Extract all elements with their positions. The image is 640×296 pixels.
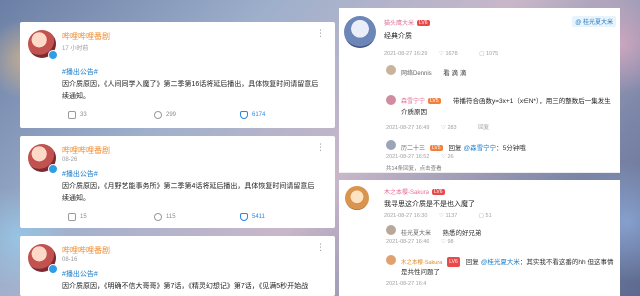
avatar[interactable] [386, 225, 396, 235]
level-badge: LV5 [430, 145, 443, 151]
avatar[interactable] [28, 244, 58, 274]
comment-date: 2021-08-27 16:30 [384, 213, 428, 219]
post-author[interactable]: 哔哩哔哩番剧 [62, 145, 110, 156]
reply-button[interactable]: ▢ 51 [479, 213, 502, 219]
sub-comment-author[interactable]: 桂光夏大米 [401, 231, 431, 237]
sub-comment: 桂光夏大米 熟悉的好兄弟 [401, 227, 492, 237]
comment-meta: 2021-08-27 16:52 ♡ 26 [386, 154, 474, 160]
avatar[interactable] [28, 144, 58, 174]
sub-comment: 木之本樱-Sakura LV6 回复 @桂光夏大米：其实我不看这番的hh 但这事情是共… [401, 257, 614, 276]
avatar[interactable] [386, 95, 396, 105]
mention-link[interactable]: @桂光夏大米 [481, 259, 520, 266]
post-time[interactable]: 08-16 [62, 257, 77, 263]
comment-panel: 木之本樱-Sakura LV6 我寻思这介质是不是也入魔了 2021-08-27 … [339, 180, 620, 296]
weibo-post: 哔哩哔哩番剧 17 小时前 ⋮ #播出公告# 因介质原因，《人间同学入魔了》第二… [20, 22, 335, 128]
comment-button[interactable]: 115 [154, 213, 176, 221]
comment-icon [154, 111, 162, 119]
sub-comment-text: 看 滴 滴 [443, 70, 467, 77]
post-actions: 15 115 5411 [62, 213, 321, 225]
post-tag[interactable]: #播出公告# [62, 169, 98, 179]
comment-button[interactable]: 299 [154, 111, 176, 119]
sub-comment-author[interactable]: 木之本樱-Sakura [401, 260, 442, 266]
top-mention-badge[interactable]: @ 桂光夏大米 [572, 16, 616, 27]
comment-date: 2021-08-27 16:29 [384, 51, 428, 57]
comment-count: 115 [166, 214, 176, 220]
reply-button[interactable]: ▢ 1075 [479, 51, 508, 57]
repost-icon [68, 111, 76, 119]
level-badge: LV6 [447, 257, 460, 267]
like-button[interactable]: ♡ 283 [441, 125, 467, 131]
more-icon[interactable]: ⋮ [316, 29, 325, 38]
post-text: 因介质原因，《月野艺能事务所》第二季第4话将延后播出，具体恢复时间请留意后续通知… [62, 183, 315, 202]
avatar[interactable] [386, 65, 396, 75]
like-count: 5411 [252, 214, 265, 220]
verified-badge-icon [48, 50, 58, 60]
post-text: 因介质原因，《明确不信大哥哥》第7话，《精灵幻想记》第7话，《见满5秒开始战 [62, 283, 309, 290]
comment-icon [154, 213, 162, 221]
divider [339, 172, 620, 173]
comment-meta: 2021-08-27 16:30 ♡ 1137 ▢ 51 [384, 213, 512, 219]
comment-date: 2021-08-27 16:49 [386, 125, 430, 131]
repost-button[interactable]: 33 [68, 111, 87, 119]
level-badge: LV6 [417, 20, 430, 26]
sub-comment-author[interactable]: 历二十三 [401, 146, 425, 152]
weibo-post: 哔哩哔哩番剧 08-16 ⋮ #播出公告# 因介质原因，《明确不信大哥哥》第7话… [20, 236, 335, 296]
comment-count: 299 [166, 112, 177, 118]
comment-text: 带播符合函数y=3x+1（x∈N*），用三的整数后一集发生介质原因 [401, 98, 611, 116]
repost-count: 33 [80, 112, 87, 118]
like-button[interactable]: ♡ 1678 [439, 51, 468, 57]
comment-text: 我寻思这介质是不是也入魔了 [384, 201, 475, 208]
comment-author[interactable]: 木之本樱-Sakura LV6 [384, 187, 445, 196]
mention-link[interactable]: @森雪宁宁 [464, 145, 497, 152]
post-tag[interactable]: #播出公告# [62, 269, 98, 279]
post-time[interactable]: 08-26 [62, 157, 77, 163]
post-author[interactable]: 哔哩哔哩番剧 [62, 245, 110, 256]
comment-meta: 2021-08-27 16:46 ♡ 98 [386, 239, 474, 245]
comment-meta: 2021-08-27 16:4 [386, 281, 436, 287]
repost-button[interactable]: 15 [68, 213, 87, 221]
comment-text: 经典介质 [384, 33, 412, 40]
like-count: 6174 [252, 112, 266, 118]
like-button[interactable]: 5411 [240, 213, 265, 221]
reply-button[interactable]: 回复 [478, 125, 489, 131]
post-actions: 33 299 6174 [62, 111, 321, 123]
comment-date: 2021-08-27 16:46 [386, 239, 430, 245]
more-icon[interactable]: ⋮ [316, 143, 325, 152]
view-more-replies[interactable]: 共14条回复，点击查看 [386, 164, 442, 172]
like-icon [240, 213, 248, 221]
sub-comment-text: 熟悉的好兄弟 [442, 230, 482, 237]
like-icon [240, 111, 248, 119]
post-time[interactable]: 17 小时前 [62, 43, 88, 52]
comment-date: 2021-08-27 16:4 [386, 281, 427, 287]
comment-meta: 2021-08-27 16:49 ♡ 283 回复 [386, 123, 499, 131]
verified-badge-icon [48, 164, 58, 174]
repost-icon [68, 213, 76, 221]
post-tag[interactable]: #播出公告# [62, 67, 98, 77]
avatar[interactable] [386, 140, 396, 150]
sub-comment-author[interactable]: 网络Dennis [401, 71, 432, 77]
more-icon[interactable]: ⋮ [316, 243, 325, 252]
like-button[interactable]: ♡ 98 [441, 239, 464, 245]
avatar[interactable] [344, 16, 376, 48]
level-badge: LV6 [432, 189, 445, 195]
avatar[interactable] [345, 186, 369, 210]
verified-badge-icon [48, 264, 58, 274]
weibo-post: 哔哩哔哩番剧 08-26 ⋮ #播出公告# 因介质原因，《月野艺能事务所》第二季… [20, 136, 335, 228]
repost-count: 15 [80, 214, 87, 220]
like-button[interactable]: ♡ 1137 [439, 213, 467, 219]
comment-panel: @ 桂光夏大米 猫头鹰大米 LV6 经典介质 2021-08-27 16:29 ♡… [339, 8, 620, 172]
avatar[interactable] [386, 255, 396, 265]
comment-meta: 2021-08-27 16:29 ♡ 1678 ▢ 1075 [384, 51, 518, 57]
like-button[interactable]: ♡ 26 [441, 154, 464, 160]
sub-comment: 网络Dennis 看 滴 滴 [401, 67, 476, 77]
post-text: 因介质原因，《人间同学入魔了》第二季第16话将延后播出，具体恢复时间请留意后续通… [62, 81, 319, 100]
post-author[interactable]: 哔哩哔哩番剧 [62, 31, 110, 42]
like-button[interactable]: 6174 [240, 111, 265, 119]
comment-date: 2021-08-27 16:52 [386, 154, 430, 160]
avatar[interactable] [28, 30, 58, 60]
sub-comment: 历二十三 LV5 回复 @森雪宁宁：5分钟哦 [401, 145, 526, 152]
comment-author[interactable]: 猫头鹰大米 LV6 [384, 18, 430, 27]
